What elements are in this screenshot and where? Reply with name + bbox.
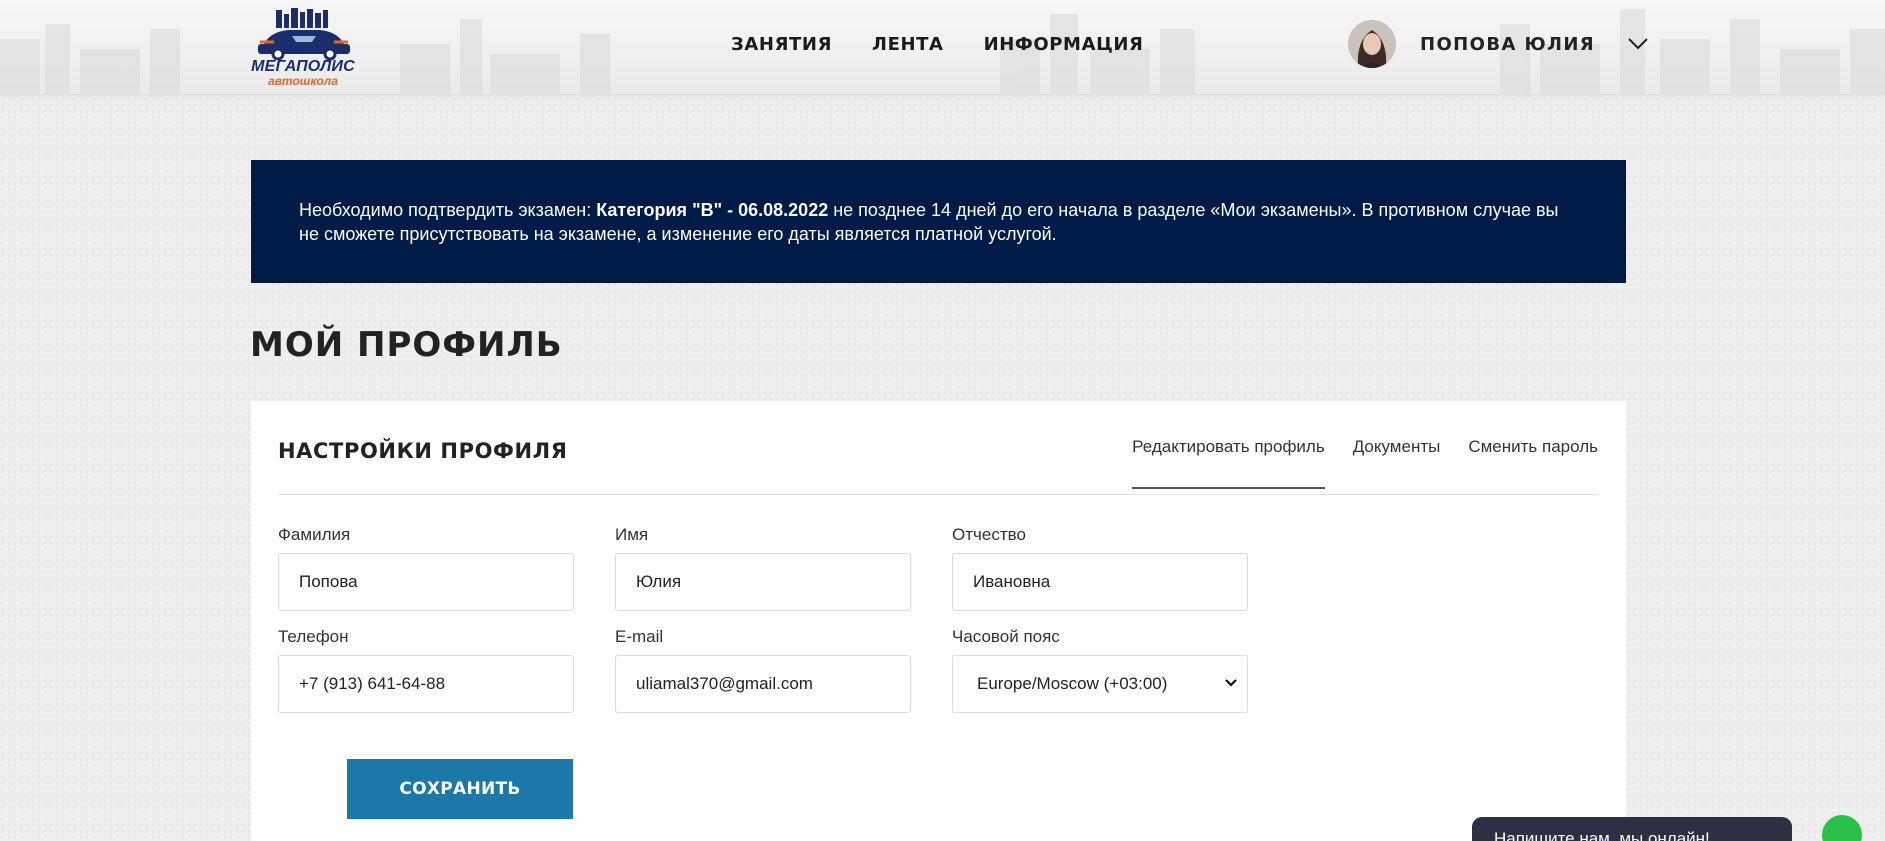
site-header: МЕГАПОЛИС автошкола ЗАНЯТИЯ ЛЕНТА ИНФОРМ… [0,0,1885,95]
last-name-field[interactable] [278,553,574,611]
save-button[interactable]: СОХРАНИТЬ [347,759,573,819]
tab-change-password[interactable]: Сменить пароль [1468,437,1598,489]
last-name-group: Фамилия [278,525,574,611]
email-label: E-mail [615,627,664,646]
email-field[interactable] [615,655,911,713]
exam-confirmation-banner: Необходимо подтвердить экзамен: Категори… [251,160,1626,283]
chat-widget[interactable]: Напишите нам, мы онлайн! [1472,817,1792,841]
user-name[interactable]: ПОПОВА ЮЛИЯ [1420,34,1595,55]
phone-group: Телефон [278,627,574,713]
page-title: МОЙ ПРОФИЛЬ [250,325,563,365]
timezone-label: Часовой пояс [952,627,1060,646]
banner-exam-name: Категория "B" - 06.08.2022 [596,200,829,220]
chevron-down-icon[interactable] [1627,37,1649,51]
tabs-divider [278,494,1598,495]
profile-tabs: Редактировать профиль Документы Сменить … [1132,437,1598,489]
user-menu[interactable]: ПОПОВА ЮЛИЯ [1348,20,1649,68]
email-group: E-mail [615,627,911,713]
first-name-field[interactable] [615,553,911,611]
phone-field[interactable] [278,655,574,713]
logo-car-icon [258,8,350,61]
avatar-photo [1348,20,1396,68]
middle-name-field[interactable] [952,553,1248,611]
timezone-select-value[interactable]: Europe/Moscow (+03:00) [952,655,1248,713]
tab-edit-profile[interactable]: Редактировать профиль [1132,437,1325,489]
first-name-label: Имя [615,525,649,544]
phone-label: Телефон [278,627,349,646]
chevron-down-icon[interactable] [1224,678,1238,688]
nav-item-feed[interactable]: ЛЕНТА [872,34,944,55]
tab-documents[interactable]: Документы [1353,437,1441,489]
nav-item-lessons[interactable]: ЗАНЯТИЯ [731,34,832,55]
chat-icon[interactable] [1822,815,1862,841]
middle-name-group: Отчество [952,525,1248,611]
profile-settings-card: НАСТРОЙКИ ПРОФИЛЯ Редактировать профиль … [251,401,1626,841]
avatar[interactable] [1348,20,1396,68]
logo-subtitle: автошкола [268,74,338,88]
nav-item-info[interactable]: ИНФОРМАЦИЯ [984,34,1144,55]
site-logo[interactable]: МЕГАПОЛИС автошкола [248,8,358,88]
card-title: НАСТРОЙКИ ПРОФИЛЯ [278,439,568,463]
last-name-label: Фамилия [278,525,351,544]
banner-text-prefix: Необходимо подтвердить экзамен: [299,200,597,220]
timezone-group: Часовой пояс Europe/Moscow (+03:00) [952,627,1248,713]
middle-name-label: Отчество [952,525,1026,544]
main-nav: ЗАНЯТИЯ ЛЕНТА ИНФОРМАЦИЯ [731,34,1144,55]
timezone-select[interactable]: Europe/Moscow (+03:00) [952,655,1248,713]
first-name-group: Имя [615,525,911,611]
